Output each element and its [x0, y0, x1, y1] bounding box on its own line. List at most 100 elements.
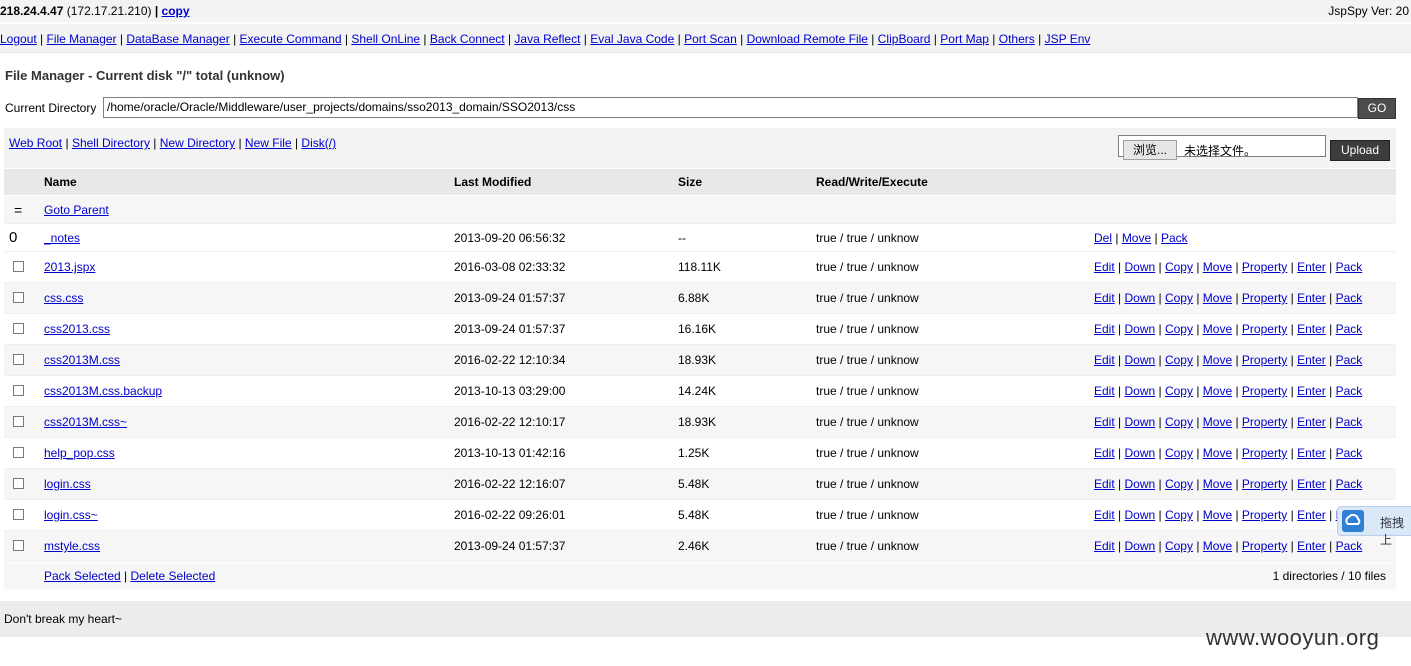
- file-action-edit[interactable]: Edit: [1094, 353, 1115, 367]
- nav-link-logout[interactable]: Logout: [0, 32, 37, 46]
- toolbar-link-shell-directory[interactable]: Shell Directory: [72, 136, 150, 150]
- file-checkbox[interactable]: [13, 385, 24, 396]
- file-action-copy[interactable]: Copy: [1165, 415, 1193, 429]
- nav-link-execute-command[interactable]: Execute Command: [240, 32, 342, 46]
- nav-link-eval-java-code[interactable]: Eval Java Code: [590, 32, 674, 46]
- file-action-pack[interactable]: Pack: [1336, 539, 1363, 553]
- file-checkbox[interactable]: [13, 540, 24, 551]
- file-action-move[interactable]: Move: [1203, 291, 1232, 305]
- nav-link-download-remote-file[interactable]: Download Remote File: [747, 32, 868, 46]
- file-action-edit[interactable]: Edit: [1094, 291, 1115, 305]
- file-action-move[interactable]: Move: [1203, 260, 1232, 274]
- file-action-move[interactable]: Move: [1203, 322, 1232, 336]
- file-action-edit[interactable]: Edit: [1094, 508, 1115, 522]
- file-action-down[interactable]: Down: [1124, 539, 1155, 553]
- file-action-pack[interactable]: Pack: [1336, 415, 1363, 429]
- file-name-link[interactable]: css2013M.css: [44, 353, 120, 367]
- file-action-edit[interactable]: Edit: [1094, 322, 1115, 336]
- file-action-edit[interactable]: Edit: [1094, 477, 1115, 491]
- file-action-copy[interactable]: Copy: [1165, 260, 1193, 274]
- file-action-move[interactable]: Move: [1203, 508, 1232, 522]
- file-action-property[interactable]: Property: [1242, 446, 1287, 460]
- file-action-enter[interactable]: Enter: [1297, 446, 1326, 460]
- file-action-property[interactable]: Property: [1242, 322, 1287, 336]
- file-action-down[interactable]: Down: [1124, 353, 1155, 367]
- nav-link-database-manager[interactable]: DataBase Manager: [126, 32, 229, 46]
- file-action-property[interactable]: Property: [1242, 291, 1287, 305]
- nav-link-jsp-env[interactable]: JSP Env: [1045, 32, 1091, 46]
- file-name-link[interactable]: css2013M.css~: [44, 415, 127, 429]
- file-name-link[interactable]: 2013.jspx: [44, 260, 95, 274]
- file-action-down[interactable]: Down: [1124, 446, 1155, 460]
- file-action-move[interactable]: Move: [1203, 415, 1232, 429]
- file-checkbox[interactable]: [13, 261, 24, 272]
- current-directory-input[interactable]: [103, 97, 1358, 118]
- file-action-pack[interactable]: Pack: [1336, 291, 1363, 305]
- file-name-link[interactable]: login.css: [44, 477, 91, 491]
- go-button[interactable]: GO: [1358, 98, 1396, 119]
- file-checkbox[interactable]: [13, 509, 24, 520]
- file-checkbox[interactable]: [13, 478, 24, 489]
- file-action-down[interactable]: Down: [1124, 415, 1155, 429]
- file-action-edit[interactable]: Edit: [1094, 384, 1115, 398]
- file-action-property[interactable]: Property: [1242, 539, 1287, 553]
- nav-link-back-connect[interactable]: Back Connect: [430, 32, 505, 46]
- file-action-property[interactable]: Property: [1242, 353, 1287, 367]
- nav-link-shell-online[interactable]: Shell OnLine: [351, 32, 420, 46]
- file-name-link[interactable]: help_pop.css: [44, 446, 115, 460]
- file-action-move[interactable]: Move: [1203, 384, 1232, 398]
- upload-button[interactable]: Upload: [1330, 140, 1390, 161]
- toolbar-link-new-directory[interactable]: New Directory: [160, 136, 235, 150]
- file-action-pack[interactable]: Pack: [1336, 446, 1363, 460]
- file-action-pack[interactable]: Pack: [1336, 260, 1363, 274]
- file-action-enter[interactable]: Enter: [1297, 291, 1326, 305]
- pack-selected-link[interactable]: Pack Selected: [44, 569, 121, 583]
- file-name-link[interactable]: css2013.css: [44, 322, 110, 336]
- toolbar-link-disk[interactable]: Disk(/): [301, 136, 336, 150]
- file-action-enter[interactable]: Enter: [1297, 415, 1326, 429]
- file-name-link[interactable]: css.css: [44, 291, 83, 305]
- file-action-property[interactable]: Property: [1242, 415, 1287, 429]
- file-action-enter[interactable]: Enter: [1297, 384, 1326, 398]
- file-action-down[interactable]: Down: [1124, 291, 1155, 305]
- file-action-property[interactable]: Property: [1242, 477, 1287, 491]
- browse-button[interactable]: 浏览...: [1123, 140, 1177, 160]
- file-action-pack[interactable]: Pack: [1336, 353, 1363, 367]
- file-action-copy[interactable]: Copy: [1165, 477, 1193, 491]
- file-action-copy[interactable]: Copy: [1165, 508, 1193, 522]
- file-action-edit[interactable]: Edit: [1094, 539, 1115, 553]
- file-action-property[interactable]: Property: [1242, 508, 1287, 522]
- copy-link[interactable]: copy: [162, 4, 190, 18]
- file-action-move[interactable]: Move: [1203, 446, 1232, 460]
- file-checkbox[interactable]: [13, 292, 24, 303]
- nav-link-port-map[interactable]: Port Map: [940, 32, 989, 46]
- file-action-down[interactable]: Down: [1124, 508, 1155, 522]
- goto-parent-link[interactable]: Goto Parent: [44, 203, 109, 217]
- file-action-enter[interactable]: Enter: [1297, 322, 1326, 336]
- file-action-pack[interactable]: Pack: [1336, 477, 1363, 491]
- file-action-edit[interactable]: Edit: [1094, 260, 1115, 274]
- nav-link-others[interactable]: Others: [999, 32, 1035, 46]
- dir-action-move[interactable]: Move: [1122, 231, 1151, 245]
- delete-selected-link[interactable]: Delete Selected: [131, 569, 216, 583]
- file-action-property[interactable]: Property: [1242, 260, 1287, 274]
- file-action-enter[interactable]: Enter: [1297, 477, 1326, 491]
- file-chooser[interactable]: 浏览... 未选择文件。: [1118, 135, 1326, 160]
- file-action-down[interactable]: Down: [1124, 477, 1155, 491]
- file-action-copy[interactable]: Copy: [1165, 353, 1193, 367]
- file-action-enter[interactable]: Enter: [1297, 260, 1326, 274]
- file-action-down[interactable]: Down: [1124, 384, 1155, 398]
- file-action-pack[interactable]: Pack: [1336, 384, 1363, 398]
- file-action-copy[interactable]: Copy: [1165, 446, 1193, 460]
- file-action-edit[interactable]: Edit: [1094, 415, 1115, 429]
- file-action-down[interactable]: Down: [1124, 322, 1155, 336]
- file-name-link[interactable]: login.css~: [44, 508, 98, 522]
- file-action-copy[interactable]: Copy: [1165, 384, 1193, 398]
- toolbar-link-new-file[interactable]: New File: [245, 136, 292, 150]
- file-action-copy[interactable]: Copy: [1165, 539, 1193, 553]
- file-action-move[interactable]: Move: [1203, 477, 1232, 491]
- nav-link-java-reflect[interactable]: Java Reflect: [514, 32, 580, 46]
- toolbar-link-web-root[interactable]: Web Root: [9, 136, 62, 150]
- file-action-copy[interactable]: Copy: [1165, 291, 1193, 305]
- file-checkbox[interactable]: [13, 447, 24, 458]
